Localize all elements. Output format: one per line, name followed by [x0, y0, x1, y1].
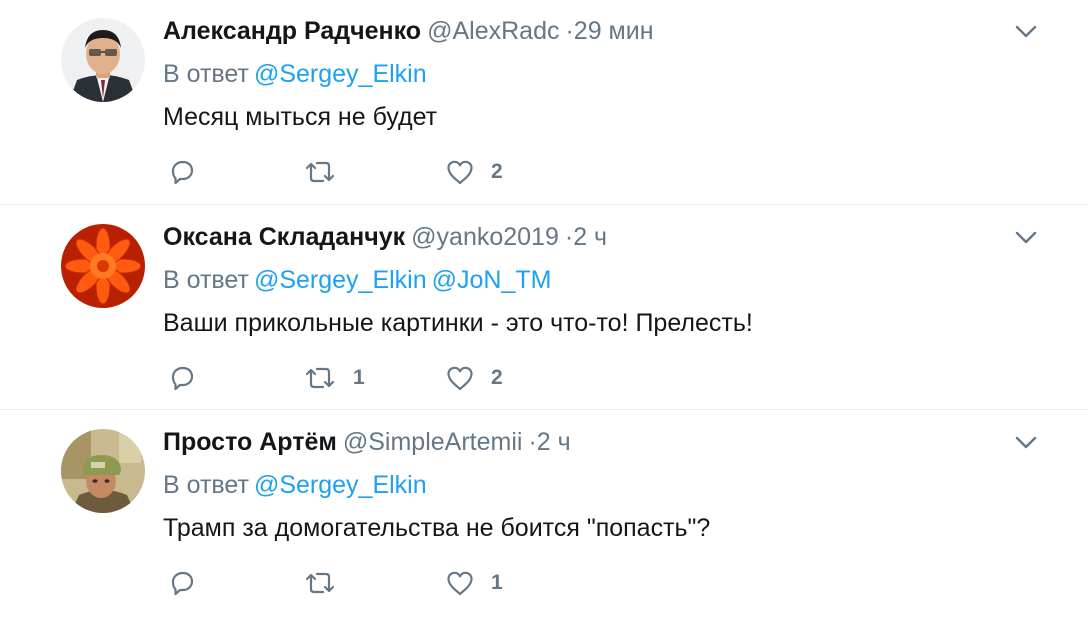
- tweet-actions: 2: [163, 154, 663, 190]
- chevron-down-icon[interactable]: [1014, 435, 1038, 451]
- tweet[interactable]: Оксана Складанчук @yanko2019·2 ч В ответ @…: [0, 206, 1088, 412]
- author-name[interactable]: Оксана Складанчук: [163, 223, 405, 251]
- reply-icon: [171, 571, 194, 596]
- reply-label: В ответ: [163, 60, 249, 88]
- tweet-header: Александр Радченко @AlexRadc ·29 мин: [163, 14, 654, 48]
- separator-dot: ·: [565, 17, 574, 45]
- like-button[interactable]: 1: [445, 565, 503, 601]
- tweet-text: Ваши прикольные картинки - это что-то! П…: [163, 309, 753, 337]
- timestamp[interactable]: 2 ч: [537, 428, 571, 456]
- retweet-button[interactable]: 1: [303, 360, 365, 396]
- author-name[interactable]: Александр Радченко: [163, 17, 421, 45]
- like-count: 2: [491, 366, 503, 389]
- avatar[interactable]: [61, 429, 145, 513]
- retweet-button[interactable]: [303, 565, 353, 601]
- author-handle[interactable]: @AlexRadc: [427, 17, 559, 45]
- avatar-image: [61, 18, 145, 102]
- author-handle[interactable]: @yanko2019: [411, 223, 559, 251]
- reply-label: В ответ: [163, 471, 249, 499]
- avatar[interactable]: [61, 18, 145, 102]
- timestamp[interactable]: 2 ч: [573, 223, 607, 251]
- replying-to: В ответ @Sergey_Elkin: [163, 57, 427, 91]
- divider: [0, 204, 1088, 205]
- timestamp[interactable]: 29 мин: [574, 17, 654, 45]
- divider: [0, 409, 1088, 410]
- reply-label: В ответ: [163, 266, 249, 294]
- tweet-header: Оксана Складанчук @yanko2019·2 ч: [163, 220, 607, 254]
- retweet-button[interactable]: [303, 154, 353, 190]
- heart-icon: [447, 571, 473, 596]
- tweet[interactable]: Просто Артём @SimpleArtemii ·2 ч В ответ @S…: [0, 411, 1088, 617]
- like-count: 1: [491, 571, 503, 594]
- tweet-actions: 1 2: [163, 360, 663, 396]
- retweet-count: 1: [353, 366, 365, 389]
- reply-icon: [171, 366, 194, 391]
- chevron-down-icon[interactable]: [1014, 24, 1038, 40]
- tweet[interactable]: Александр Радченко @AlexRadc ·29 мин В отв…: [0, 0, 1088, 206]
- tweet-actions: 1: [163, 565, 663, 601]
- mention-link[interactable]: @Sergey_Elkin: [254, 266, 427, 294]
- separator-dot: ·: [564, 223, 574, 251]
- mention-link[interactable]: @Sergey_Elkin: [254, 471, 427, 499]
- author-name[interactable]: Просто Артём: [163, 428, 337, 456]
- retweet-icon: [305, 367, 335, 389]
- like-count: 2: [491, 160, 503, 183]
- mention-link[interactable]: @JoN_TM: [432, 266, 552, 294]
- like-button[interactable]: 2: [445, 360, 503, 396]
- retweet-icon: [305, 161, 335, 183]
- replying-to: В ответ @Sergey_Elkin @JoN_TM: [163, 263, 551, 297]
- reply-button[interactable]: [167, 360, 213, 396]
- avatar-image: [61, 429, 145, 513]
- tweet-text: Месяц мыться не будет: [163, 103, 438, 131]
- heart-icon: [447, 160, 473, 185]
- retweet-icon: [305, 572, 335, 594]
- author-handle[interactable]: @SimpleArtemii: [343, 428, 523, 456]
- reply-button[interactable]: [167, 154, 213, 190]
- mention-link[interactable]: @Sergey_Elkin: [254, 60, 427, 88]
- like-button[interactable]: 2: [445, 154, 503, 190]
- reply-icon: [171, 160, 194, 185]
- tweet-feed: Александр Радченко @AlexRadc ·29 мин В отв…: [0, 0, 1088, 615]
- tweet-header: Просто Артём @SimpleArtemii ·2 ч: [163, 425, 571, 459]
- tweet-text: Трамп за домогательства не боится "попас…: [163, 514, 711, 542]
- replying-to: В ответ @Sergey_Elkin: [163, 468, 427, 502]
- separator-dot: ·: [528, 428, 537, 456]
- avatar[interactable]: [61, 224, 145, 308]
- reply-button[interactable]: [167, 565, 213, 601]
- heart-icon: [447, 366, 473, 391]
- chevron-down-icon[interactable]: [1014, 230, 1038, 246]
- avatar-image: [61, 224, 145, 308]
